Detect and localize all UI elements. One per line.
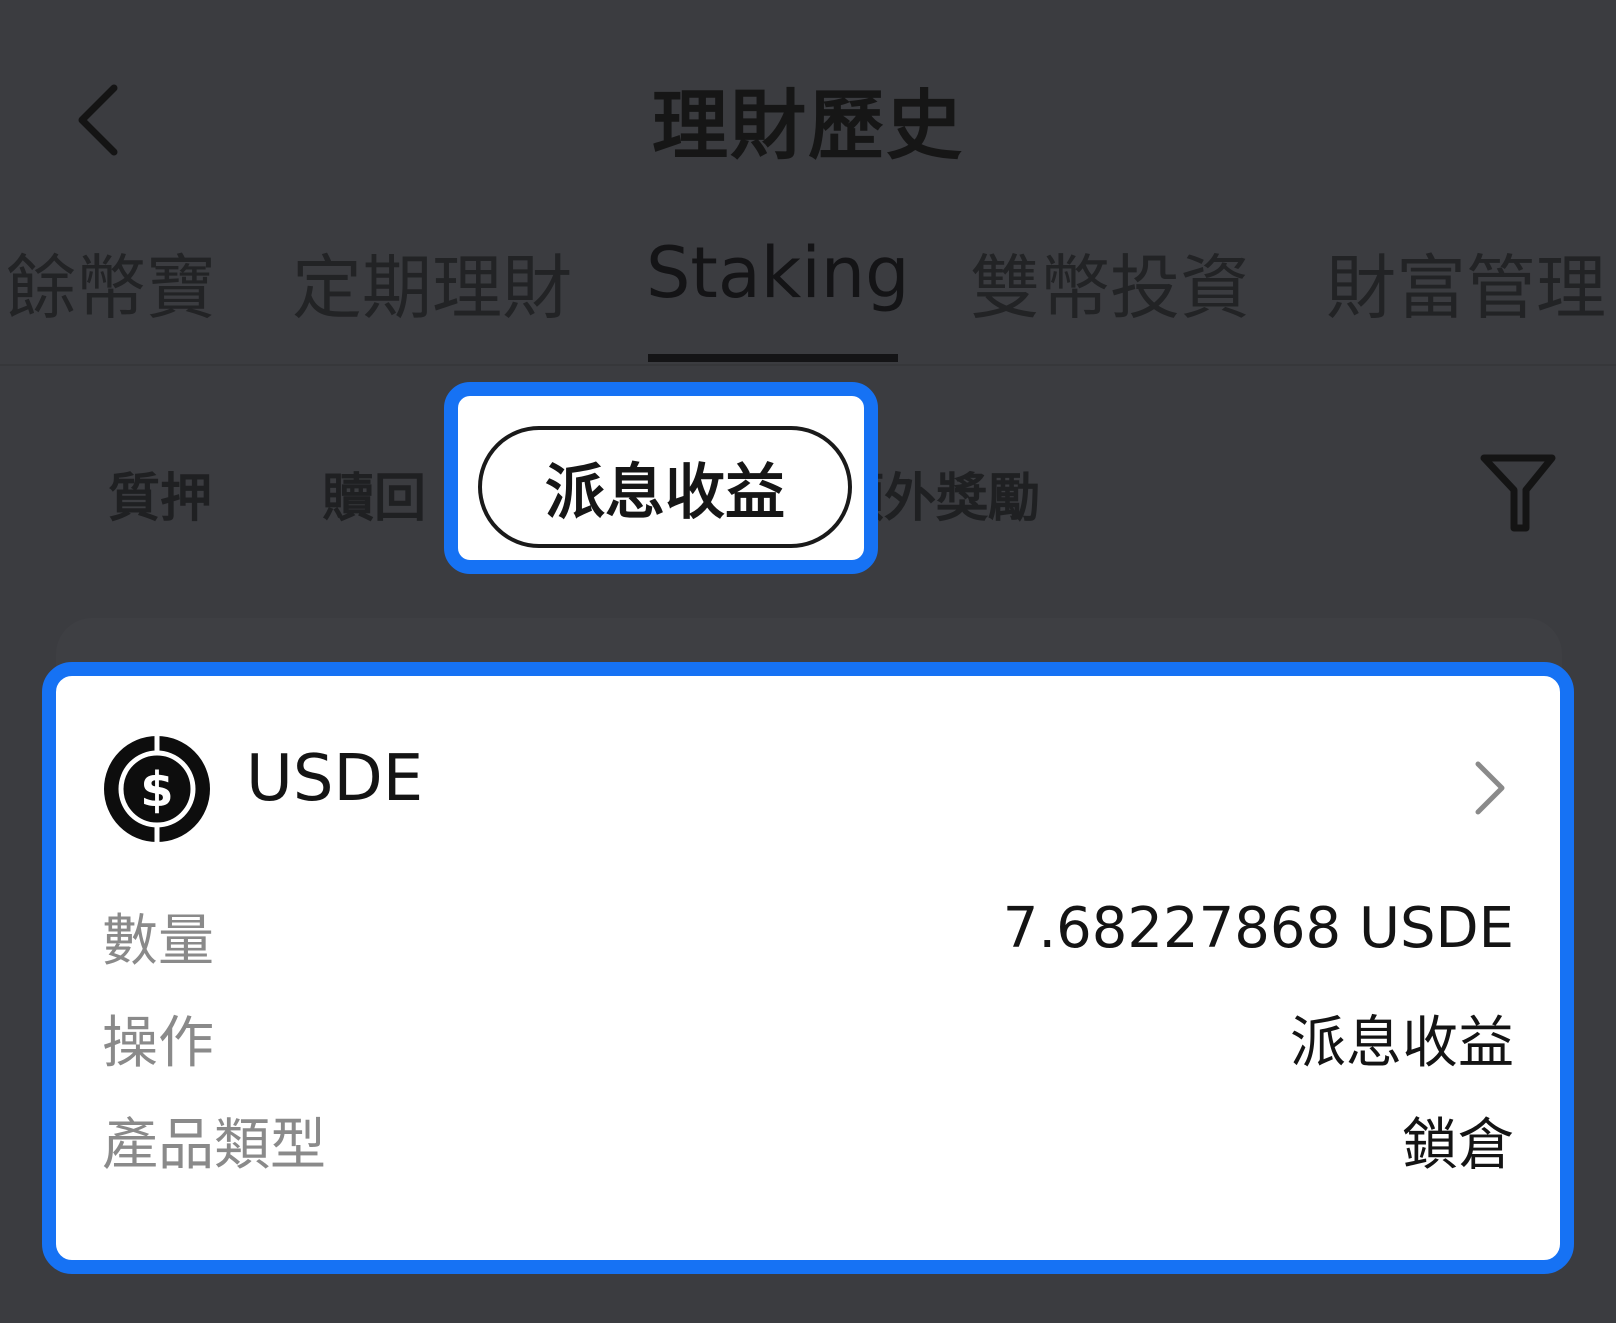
tabs-divider [0,364,1616,366]
subtab-stake[interactable]: 質押 [108,456,212,531]
tab-wealth-management[interactable]: 財富管理 [1326,232,1606,333]
filter-button[interactable] [1478,450,1558,534]
product-type-label: 產品類型 [102,1113,326,1178]
operation-value: 派息收益 [1290,1011,1514,1076]
tab-staking[interactable]: Staking [646,232,910,314]
dollar-coin-icon: $ [104,736,210,842]
page-title: 理財歷史 [652,81,964,170]
operation-label: 操作 [102,1011,214,1076]
subtab-redeem[interactable]: 贖回 [322,456,426,531]
header: 理財歷史 [0,0,1616,220]
tab-fixed-term[interactable]: 定期理財 [292,232,572,333]
chevron-right-icon[interactable] [1470,758,1510,818]
filter-icon [1480,454,1556,532]
quantity-label: 數量 [102,909,214,974]
category-tabs: 餘幣寶 定期理財 Staking 雙幣投資 財富管理 [0,232,1616,362]
record-card[interactable]: $ USDE 數量 7.68227868 USDE 操作 派息收益 產品類型 鎖… [42,662,1574,1274]
product-type-value: 鎖倉 [1402,1113,1514,1178]
active-tab-indicator [648,354,898,362]
subtab-highlight: 派息收益 [444,382,878,574]
quantity-value: 7.68227868 USDE [1002,896,1514,961]
tab-dual-investment[interactable]: 雙幣投資 [970,232,1250,333]
subtab-interest-income[interactable]: 派息收益 [478,426,852,548]
svg-text:$: $ [140,762,173,818]
tab-yubibao[interactable]: 餘幣寶 [6,232,216,333]
coin-name: USDE [246,742,424,816]
